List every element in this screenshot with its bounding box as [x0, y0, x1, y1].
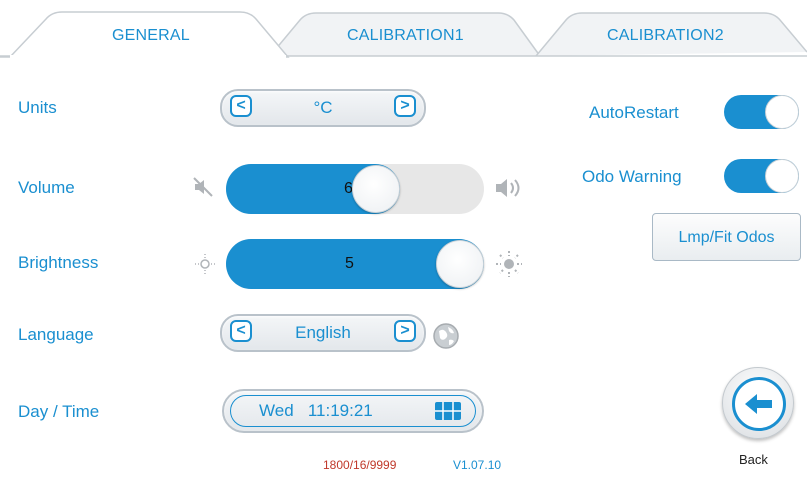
globe-icon — [432, 322, 460, 355]
daytime-label: Day / Time — [18, 402, 100, 421]
units-label: Units — [18, 98, 57, 117]
back-button-ring — [732, 377, 786, 431]
back-button[interactable] — [722, 367, 794, 439]
autorestart-label: AutoRestart — [589, 103, 679, 122]
language-next-button[interactable]: > — [394, 320, 416, 342]
brightness-label: Brightness — [18, 253, 99, 272]
brightness-slider-knob[interactable] — [436, 240, 484, 288]
datetime-field[interactable]: Wed 11:19:21 — [222, 389, 484, 433]
tab-calibration2[interactable]: CALIBRATION2 — [607, 27, 724, 45]
lmp-fit-odos-button[interactable]: Lmp/Fit Odos — [652, 213, 801, 261]
calendar-icon[interactable] — [434, 401, 462, 426]
units-selector: < °C > — [220, 89, 426, 127]
datetime-value: Wed 11:19:21 — [259, 401, 373, 420]
odo-warning-toggle[interactable] — [724, 159, 799, 193]
units-next-button[interactable]: > — [394, 95, 416, 117]
autorestart-toggle[interactable] — [724, 95, 799, 129]
odo-warning-toggle-knob — [765, 159, 799, 193]
volume-label: Volume — [18, 178, 75, 197]
tab-general[interactable]: GENERAL — [112, 27, 190, 45]
tab-calibration1[interactable]: CALIBRATION1 — [347, 27, 464, 45]
odo-warning-label: Odo Warning — [582, 167, 682, 186]
brightness-value: 5 — [345, 255, 354, 272]
tab-bar: GENERAL CALIBRATION1 CALIBRATION2 — [0, 0, 807, 58]
back-label: Back — [739, 452, 768, 467]
language-label: Language — [18, 325, 94, 344]
mute-icon[interactable] — [192, 175, 216, 204]
volume-slider-knob[interactable] — [352, 165, 400, 213]
firmware-version: V1.07.10 — [453, 458, 502, 472]
speaker-icon[interactable] — [493, 175, 525, 206]
brightness-slider[interactable]: 5 — [226, 239, 484, 289]
autorestart-toggle-knob — [765, 95, 799, 129]
serial-number: 1800/16/9999 — [323, 458, 397, 472]
arrow-left-icon — [745, 394, 772, 414]
brightness-low-icon[interactable] — [194, 253, 216, 280]
language-selector: < English > — [220, 314, 426, 352]
brightness-high-icon[interactable] — [495, 250, 523, 283]
volume-slider[interactable]: 6 — [226, 164, 484, 214]
